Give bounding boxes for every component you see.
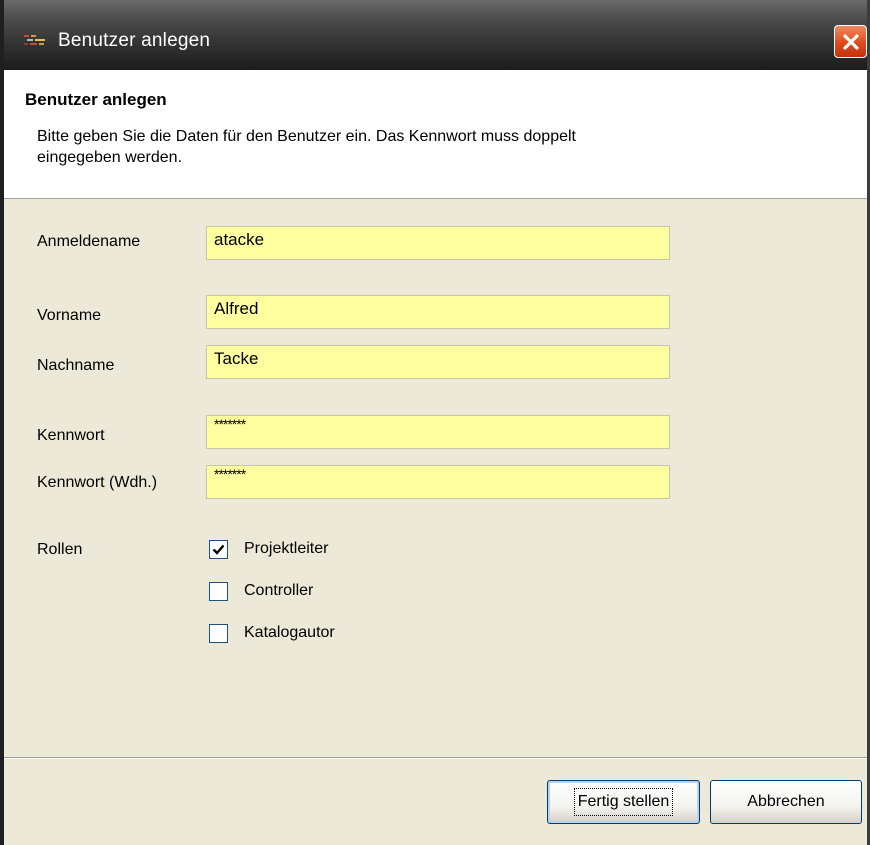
last-name-input[interactable]: Tacke [206,345,670,379]
login-name-input[interactable]: atacke [206,226,670,260]
login-name-label: Anmeldename [37,233,141,250]
projektleiter-label: Projektleiter [244,540,329,557]
checkmark-icon [212,544,225,555]
title-bar[interactable]: Benutzer anlegen [4,0,867,70]
header-title: Benutzer anlegen [25,90,167,109]
wizard-header: Benutzer anlegen Bitte geben Sie die Dat… [4,70,867,199]
close-icon [842,33,859,50]
role-projektleiter[interactable]: Projektleiter [209,538,328,560]
projektleiter-checkbox[interactable] [209,539,228,559]
password-input[interactable]: ******* [206,415,670,449]
role-katalogautor[interactable]: Katalogautor [209,622,335,644]
dialog-window: Benutzer anlegen Benutzer anlegen Bitte … [0,0,870,845]
first-name-label: Vorname [37,307,102,324]
header-description: Bitte geben Sie die Daten für den Benutz… [37,128,576,166]
cancel-button[interactable]: Abbrechen [710,780,862,824]
finish-button[interactable]: Fertig stellen [547,780,700,824]
first-name-input[interactable]: Alfred [206,295,670,329]
katalogautor-label: Katalogautor [244,624,335,641]
window-title: Benutzer anlegen [58,30,211,51]
password-label: Kennwort [37,427,105,444]
password-repeat-input[interactable]: ******* [206,465,670,499]
controller-checkbox[interactable] [209,581,228,601]
roles-label: Rollen [37,541,83,558]
password-repeat-label: Kennwort (Wdh.) [37,474,158,491]
role-controller[interactable]: Controller [209,580,313,602]
app-icon [24,35,45,45]
cancel-button-label: Abbrechen [747,793,825,810]
last-name-label: Nachname [37,357,115,374]
finish-button-label: Fertig stellen [573,788,674,816]
katalogautor-checkbox[interactable] [209,623,228,643]
footer-separator [4,757,867,759]
controller-label: Controller [244,582,314,599]
close-button[interactable] [834,25,867,58]
